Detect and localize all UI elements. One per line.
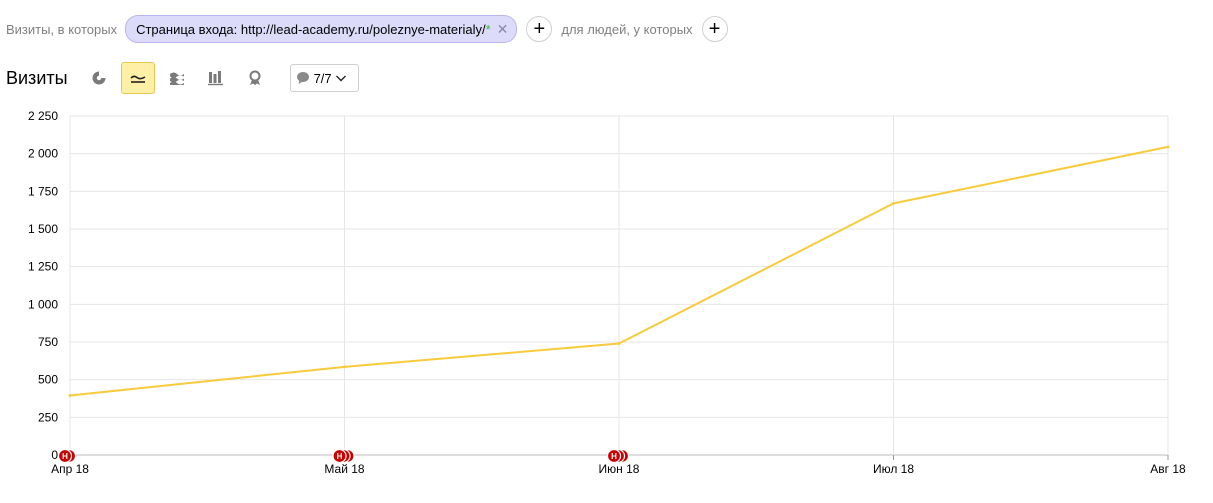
line-chart-icon	[129, 75, 145, 83]
people-filter-label: для людей, у которых	[561, 21, 693, 37]
visits-filter-label: Визиты, в которых	[6, 21, 118, 37]
y-tick-label: 1 500	[28, 222, 58, 236]
pie-chart-icon	[92, 71, 106, 85]
x-tick-label: Июн 18	[599, 462, 640, 476]
notes-toggle-button[interactable]: 7/7	[289, 64, 359, 92]
segment-filter-bar: Визиты, в которых Страница входа: http:/…	[6, 14, 728, 44]
y-tick-label: 250	[38, 410, 58, 424]
filter-chip-label: Страница входа: http://lead-academy.ru/p…	[136, 21, 486, 37]
y-tick-label: 1 250	[28, 260, 58, 274]
map-icon	[249, 70, 261, 85]
close-icon[interactable]: ✕	[497, 22, 509, 36]
x-tick-label: Авг 18	[1150, 462, 1186, 476]
filter-chip-star: *	[485, 21, 491, 37]
chart-title: Визиты	[6, 67, 68, 88]
map-view-button[interactable]	[238, 62, 272, 94]
area-chart-icon	[169, 72, 184, 85]
note-marker-label: Н	[337, 452, 343, 461]
x-tick-label: Июл 18	[873, 462, 914, 476]
pie-view-button[interactable]	[82, 62, 116, 94]
x-tick-label: Апр 18	[51, 462, 89, 476]
notes-count: 7/7	[313, 70, 332, 86]
x-tick-label: Май 18	[324, 462, 365, 476]
data-point	[1166, 145, 1170, 149]
entry-page-filter-chip[interactable]: Страница входа: http://lead-academy.ru/p…	[125, 15, 518, 43]
chart-toolbar: Визиты 7/7	[6, 62, 359, 94]
y-tick-label: 2 000	[28, 147, 58, 161]
note-marker-label: Н	[611, 452, 617, 461]
data-point	[892, 201, 895, 205]
data-point	[617, 342, 621, 346]
data-point	[343, 365, 346, 369]
note-marker-label: Н	[62, 452, 68, 461]
y-tick-label: 500	[38, 373, 58, 387]
area-view-button[interactable]	[160, 62, 194, 94]
add-people-condition-button[interactable]: +	[701, 16, 728, 42]
line-view-button[interactable]	[120, 62, 155, 94]
comment-icon	[296, 72, 309, 84]
y-tick-label: 2 250	[28, 109, 58, 123]
y-tick-label: 750	[38, 335, 58, 349]
y-tick-label: 1 750	[28, 184, 58, 198]
y-tick-label: 0	[51, 448, 58, 462]
add-visit-condition-button[interactable]: +	[526, 16, 553, 42]
bar-chart-icon	[207, 71, 223, 86]
bar-view-button[interactable]	[199, 62, 233, 94]
data-point	[68, 393, 72, 397]
chevron-down-icon	[335, 75, 346, 82]
y-tick-label: 1 000	[28, 297, 58, 311]
visits-line-chart: 0 250 500 750 1 000 1 250 1 500 1 750 2 000 2 250…	[28, 109, 1186, 476]
